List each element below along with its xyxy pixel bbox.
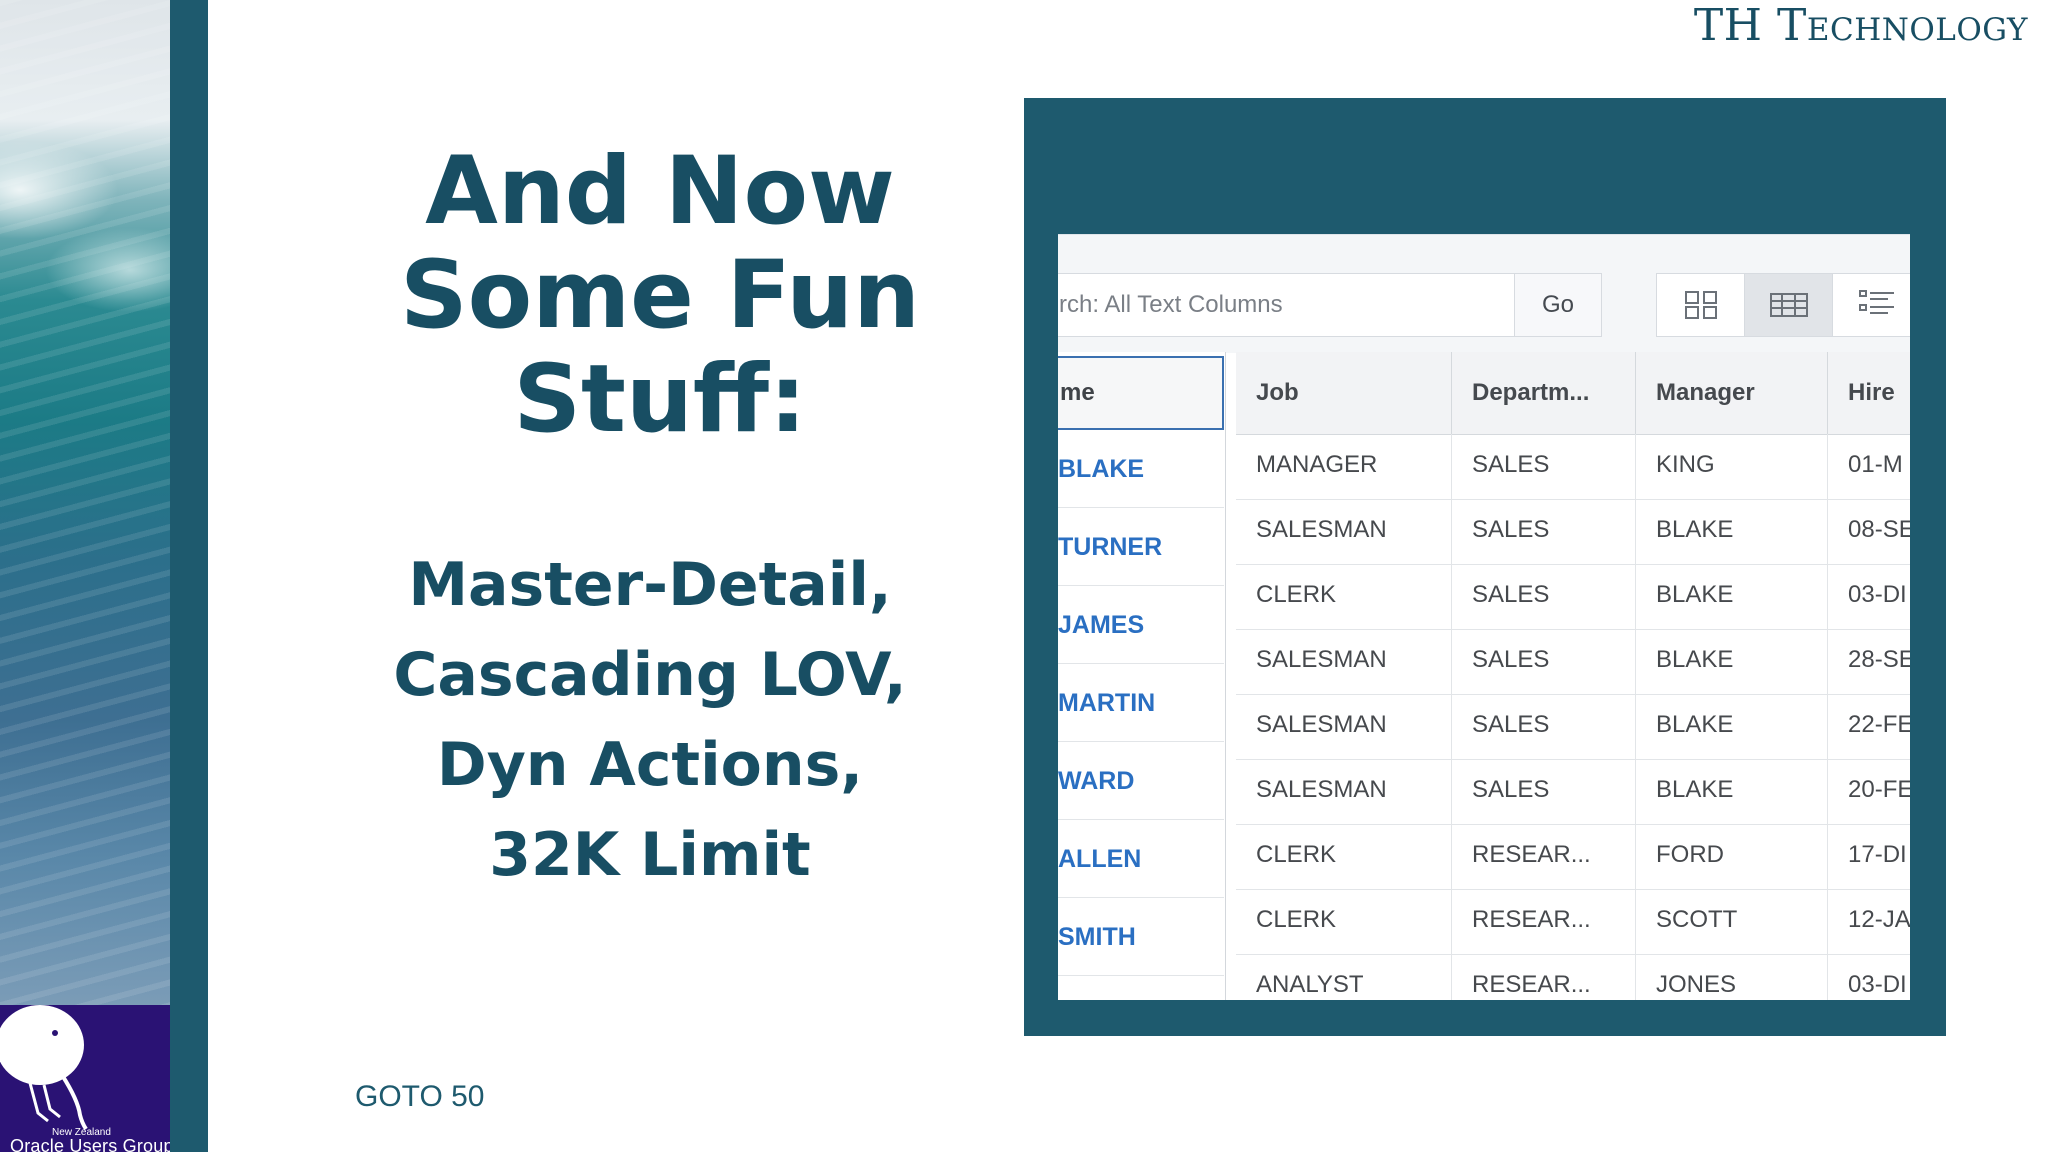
cell-job: CLERK	[1236, 564, 1452, 629]
title-line: Some Fun	[399, 241, 921, 350]
column-header-hire[interactable]: Hire	[1828, 352, 1910, 434]
cell-job: SALESMAN	[1236, 694, 1452, 759]
slide-footer: GOTO 50	[355, 1080, 485, 1113]
cell-hire: 08-SE	[1848, 516, 1910, 543]
grid-view-icon	[1769, 293, 1808, 317]
cell-department: SALES	[1452, 434, 1636, 499]
cell-manager: BLAKE	[1636, 499, 1828, 564]
slide-subtitle: Master-Detail, Cascading LOV, Dyn Action…	[360, 540, 940, 900]
cell-department: RESEAR...	[1452, 954, 1636, 1000]
cell-hire: 01-M	[1848, 451, 1903, 478]
report-screenshot: rch: All Text Columns Go me BLAKE TURNER…	[1058, 234, 1910, 1000]
detail-view-icon	[1858, 290, 1894, 314]
cell-manager: SCOTT	[1636, 889, 1828, 954]
cell-manager: FORD	[1636, 824, 1828, 889]
column-header-job[interactable]: Job	[1236, 352, 1452, 434]
cell-department: SALES	[1452, 499, 1636, 564]
grid-view-button[interactable]	[1744, 273, 1833, 337]
title-line: And Now	[425, 137, 895, 246]
go-button[interactable]: Go	[1514, 273, 1602, 337]
table-row[interactable]: SALESMAN SALES BLAKE 28-SE	[1236, 629, 1910, 695]
cell-department: RESEAR...	[1452, 889, 1636, 954]
cell-manager: BLAKE	[1636, 694, 1828, 759]
search-input[interactable]: rch: All Text Columns	[1058, 273, 1524, 337]
subtitle-line: Cascading LOV,	[393, 640, 907, 710]
cell-hire: 03-DI	[1848, 971, 1907, 998]
subtitle-line: Dyn Actions,	[436, 730, 864, 800]
column-header-name[interactable]: me	[1058, 356, 1224, 430]
brand-title: TH Technology	[1693, 0, 2028, 51]
cell-job: ANALYST	[1236, 954, 1452, 1000]
table-row[interactable]: MANAGER SALES KING 01-M	[1236, 434, 1910, 500]
cell-job: MANAGER	[1236, 434, 1452, 499]
cell-manager: BLAKE	[1636, 564, 1828, 629]
table-row[interactable]: ANALYST RESEAR... JONES 03-DI	[1236, 954, 1910, 1000]
ocean-wave-image	[0, 0, 170, 1005]
employee-name-link[interactable]: TURNER	[1058, 508, 1224, 586]
detail-view-button[interactable]	[1832, 273, 1910, 337]
employee-name-link[interactable]: SMITH	[1058, 898, 1224, 976]
table-row[interactable]: CLERK SALES BLAKE 03-DI	[1236, 564, 1910, 630]
cell-manager: BLAKE	[1636, 759, 1828, 824]
column-header-row: Job Departm... Manager Hire	[1236, 352, 1910, 435]
report-grid: me BLAKE TURNER JAMES MARTIN WARD ALLEN …	[1058, 352, 1910, 1000]
column-header-department[interactable]: Departm...	[1452, 352, 1636, 434]
employee-name-link[interactable]: WARD	[1058, 742, 1224, 820]
employee-name-link[interactable]	[1058, 976, 1224, 1000]
cell-job: SALESMAN	[1236, 499, 1452, 564]
cell-hire: 03-DI	[1848, 581, 1907, 608]
accent-bar	[170, 0, 208, 1152]
nzoug-logo: New Zealand Oracle Users Group	[0, 1005, 170, 1152]
cell-hire: 17-DI	[1848, 841, 1907, 868]
cell-department: SALES	[1452, 759, 1636, 824]
table-row[interactable]: CLERK RESEAR... FORD 17-DI	[1236, 824, 1910, 890]
cell-hire: 22-FE	[1848, 711, 1910, 738]
cell-hire: 28-SE	[1848, 646, 1910, 673]
table-row[interactable]: SALESMAN SALES BLAKE 22-FE	[1236, 694, 1910, 760]
cell-hire: 20-FE	[1848, 776, 1910, 803]
table-row[interactable]: SALESMAN SALES BLAKE 20-FE	[1236, 759, 1910, 825]
cell-hire: 12-JA	[1848, 906, 1910, 933]
title-line: Stuff:	[513, 345, 807, 454]
subtitle-line: 32K Limit	[489, 820, 811, 890]
cell-department: SALES	[1452, 694, 1636, 759]
employee-name-link[interactable]: BLAKE	[1058, 430, 1224, 508]
report-toolbar: rch: All Text Columns Go	[1058, 234, 1910, 353]
cell-job: CLERK	[1236, 824, 1452, 889]
cell-department: SALES	[1452, 564, 1636, 629]
cell-manager: BLAKE	[1636, 629, 1828, 694]
cell-department: SALES	[1452, 629, 1636, 694]
cell-job: SALESMAN	[1236, 759, 1452, 824]
icon-view-button[interactable]	[1656, 273, 1745, 337]
cell-manager: JONES	[1636, 954, 1828, 1000]
employee-name-link[interactable]: JAMES	[1058, 586, 1224, 664]
employee-name-link[interactable]: MARTIN	[1058, 664, 1224, 742]
cell-manager: KING	[1636, 434, 1828, 499]
table-row[interactable]: CLERK RESEAR... SCOTT 12-JA	[1236, 889, 1910, 955]
frozen-name-column: me BLAKE TURNER JAMES MARTIN WARD ALLEN …	[1058, 352, 1226, 1000]
cell-department: RESEAR...	[1452, 824, 1636, 889]
slide-title: And Now Some Fun Stuff:	[370, 140, 950, 452]
column-header-manager[interactable]: Manager	[1636, 352, 1828, 434]
icon-view-icon	[1684, 291, 1717, 319]
employee-name-link[interactable]: ALLEN	[1058, 820, 1224, 898]
subtitle-line: Master-Detail,	[408, 550, 892, 620]
cell-job: CLERK	[1236, 889, 1452, 954]
table-row[interactable]: SALESMAN SALES BLAKE 08-SE	[1236, 499, 1910, 565]
cell-job: SALESMAN	[1236, 629, 1452, 694]
logo-name: Oracle Users Group	[10, 1136, 170, 1152]
